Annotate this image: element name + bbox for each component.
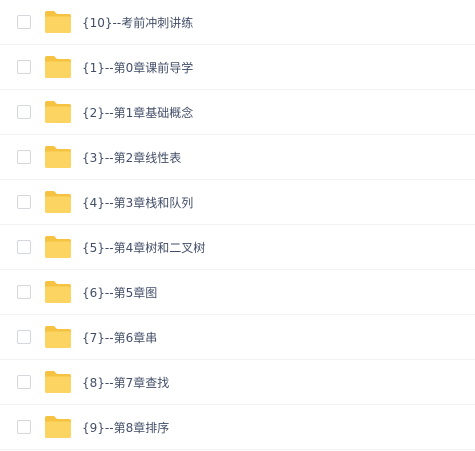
row-checkbox[interactable] (17, 195, 31, 209)
folder-icon[interactable] (44, 370, 72, 394)
folder-icon[interactable] (44, 145, 72, 169)
row-checkbox[interactable] (17, 15, 31, 29)
row-checkbox[interactable] (17, 375, 31, 389)
row-checkbox[interactable] (17, 150, 31, 164)
row-checkbox[interactable] (17, 240, 31, 254)
folder-icon[interactable] (44, 190, 72, 214)
folder-icon[interactable] (44, 55, 72, 79)
file-row[interactable]: {1}--第0章课前导学 (0, 45, 475, 90)
row-checkbox[interactable] (17, 105, 31, 119)
folder-name[interactable]: {9}--第8章排序 (82, 405, 169, 449)
file-list: {10}--考前冲刺讲练 {1}--第0章课前导学 {2}--第1章基础概念 {… (0, 0, 475, 450)
file-row[interactable]: {8}--第7章查找 (0, 360, 475, 405)
folder-name[interactable]: {6}--第5章图 (82, 270, 157, 314)
folder-name[interactable]: {8}--第7章查找 (82, 360, 169, 404)
file-row[interactable]: {2}--第1章基础概念 (0, 90, 475, 135)
file-row[interactable]: {7}--第6章串 (0, 315, 475, 360)
row-checkbox[interactable] (17, 420, 31, 434)
file-row[interactable]: {9}--第8章排序 (0, 405, 475, 450)
folder-name[interactable]: {4}--第3章栈和队列 (82, 180, 193, 224)
row-checkbox[interactable] (17, 330, 31, 344)
folder-name[interactable]: {10}--考前冲刺讲练 (82, 0, 193, 44)
folder-icon[interactable] (44, 325, 72, 349)
folder-name[interactable]: {3}--第2章线性表 (82, 135, 181, 179)
file-row[interactable]: {5}--第4章树和二叉树 (0, 225, 475, 270)
folder-icon[interactable] (44, 235, 72, 259)
folder-name[interactable]: {1}--第0章课前导学 (82, 45, 193, 89)
file-row[interactable]: {6}--第5章图 (0, 270, 475, 315)
row-checkbox[interactable] (17, 60, 31, 74)
file-row[interactable]: {10}--考前冲刺讲练 (0, 0, 475, 45)
folder-icon[interactable] (44, 280, 72, 304)
folder-icon[interactable] (44, 415, 72, 439)
file-row[interactable]: {3}--第2章线性表 (0, 135, 475, 180)
folder-icon[interactable] (44, 100, 72, 124)
folder-icon[interactable] (44, 10, 72, 34)
file-row[interactable]: {4}--第3章栈和队列 (0, 180, 475, 225)
folder-name[interactable]: {2}--第1章基础概念 (82, 90, 193, 134)
folder-name[interactable]: {5}--第4章树和二叉树 (82, 225, 205, 269)
row-checkbox[interactable] (17, 285, 31, 299)
folder-name[interactable]: {7}--第6章串 (82, 315, 157, 359)
